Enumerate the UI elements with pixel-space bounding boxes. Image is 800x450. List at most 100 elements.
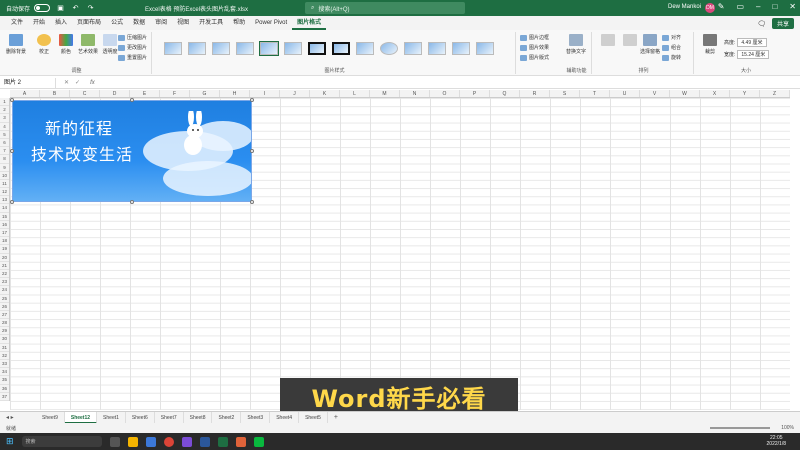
column-header[interactable]: J bbox=[280, 90, 310, 97]
row-header[interactable]: 31 bbox=[0, 344, 9, 352]
picture-style-6[interactable] bbox=[284, 42, 302, 55]
avatar[interactable]: DM bbox=[705, 3, 715, 13]
zoom-slider[interactable] bbox=[710, 427, 770, 429]
picture-style-4[interactable] bbox=[236, 42, 254, 55]
picture-style-12[interactable] bbox=[428, 42, 446, 55]
row-header[interactable]: 26 bbox=[0, 303, 9, 311]
row-header[interactable]: 21 bbox=[0, 262, 9, 270]
picture-layout-button[interactable]: 图片版式 bbox=[520, 54, 549, 61]
picture-style-9[interactable] bbox=[356, 42, 374, 55]
row-header[interactable]: 20 bbox=[0, 254, 9, 262]
picture-style-3[interactable] bbox=[212, 42, 230, 55]
resize-handle[interactable] bbox=[10, 98, 14, 102]
column-header[interactable]: V bbox=[640, 90, 670, 97]
sheet-nav-arrows-icon[interactable]: ◂ ▸ bbox=[6, 414, 14, 421]
word-icon[interactable] bbox=[199, 436, 210, 447]
correct-button[interactable]: 校正 bbox=[32, 34, 56, 55]
column-header[interactable]: Z bbox=[760, 90, 790, 97]
row-header[interactable]: 28 bbox=[0, 319, 9, 328]
picture-effects-button[interactable]: 图片效果 bbox=[520, 44, 549, 51]
row-header[interactable]: 1 bbox=[0, 98, 9, 107]
pen-icon[interactable]: ✎ bbox=[718, 2, 725, 11]
row-header[interactable]: 3 bbox=[0, 114, 9, 123]
row-header[interactable]: 23 bbox=[0, 278, 9, 287]
row-header[interactable]: 2 bbox=[0, 106, 9, 115]
column-header[interactable]: N bbox=[400, 90, 430, 97]
maximize-icon[interactable]: □ bbox=[772, 2, 777, 11]
name-box[interactable]: 图片 2 bbox=[0, 77, 56, 88]
row-header[interactable]: 35 bbox=[0, 376, 9, 385]
sheet-tab[interactable]: Sheet12 bbox=[64, 411, 98, 424]
picture-style-8[interactable] bbox=[332, 42, 350, 55]
resize-handle[interactable] bbox=[250, 200, 254, 204]
row-header[interactable]: 22 bbox=[0, 270, 9, 279]
autosave-toggle[interactable] bbox=[34, 4, 51, 12]
column-header[interactable]: R bbox=[520, 90, 550, 97]
row-header[interactable]: 10 bbox=[0, 172, 9, 180]
resize-handle[interactable] bbox=[250, 149, 254, 153]
row-header[interactable]: 4 bbox=[0, 123, 9, 131]
height-field[interactable]: 高度: 4.49 厘米 bbox=[724, 38, 767, 47]
resize-handle[interactable] bbox=[10, 200, 14, 204]
row-header[interactable]: 32 bbox=[0, 352, 9, 360]
row-header[interactable]: 7 bbox=[0, 147, 9, 156]
taskbar-search[interactable]: 搜索 bbox=[21, 436, 102, 447]
column-header[interactable]: L bbox=[340, 90, 370, 97]
minimize-icon[interactable]: – bbox=[756, 2, 760, 11]
column-header[interactable]: Q bbox=[490, 90, 520, 97]
rotate-button[interactable]: 旋转 bbox=[662, 54, 681, 61]
crop-button[interactable]: 裁剪 bbox=[698, 34, 722, 55]
row-header[interactable]: 5 bbox=[0, 131, 9, 139]
column-header[interactable]: F bbox=[160, 90, 190, 97]
enter-icon[interactable]: ✓ bbox=[75, 79, 80, 86]
resize-handle[interactable] bbox=[130, 98, 134, 102]
column-header[interactable]: U bbox=[610, 90, 640, 97]
menu-tab[interactable]: 帮助 bbox=[228, 16, 250, 30]
row-header[interactable]: 6 bbox=[0, 139, 9, 148]
row-header[interactable]: 29 bbox=[0, 327, 9, 336]
app-icon[interactable] bbox=[235, 436, 246, 447]
row-header[interactable]: 34 bbox=[0, 368, 9, 377]
change-picture-button[interactable]: 更改图片 bbox=[118, 44, 147, 51]
picture-style-7[interactable] bbox=[308, 42, 326, 55]
column-header[interactable]: A bbox=[10, 90, 40, 97]
row-header[interactable]: 8 bbox=[0, 155, 9, 164]
menu-tab[interactable]: Power Pivot bbox=[250, 16, 292, 30]
close-icon[interactable]: ✕ bbox=[789, 2, 796, 11]
resize-handle[interactable] bbox=[130, 200, 134, 204]
sheet-tab[interactable]: Sheet5 bbox=[299, 411, 328, 424]
ribbon-display-icon[interactable]: ▭ bbox=[736, 2, 744, 11]
sheet-tab[interactable]: Sheet9 bbox=[36, 411, 65, 424]
save-icon[interactable]: ▣ bbox=[56, 4, 65, 13]
inserted-picture[interactable]: 新的征程 技术改变生活 bbox=[12, 100, 252, 202]
sheet-tab[interactable]: Sheet6 bbox=[126, 411, 155, 424]
taskbar-clock[interactable]: 22:05 2022/1/8 bbox=[767, 435, 786, 447]
sheet-tab[interactable]: Sheet7 bbox=[155, 411, 184, 424]
column-header[interactable]: E bbox=[130, 90, 160, 97]
menu-tab[interactable]: 开始 bbox=[28, 16, 50, 30]
row-header[interactable]: 27 bbox=[0, 311, 9, 320]
share-button[interactable]: 共享 bbox=[771, 18, 794, 29]
picture-border-button[interactable]: 图片边框 bbox=[520, 34, 549, 41]
row-header[interactable]: 14 bbox=[0, 204, 9, 213]
row-header[interactable]: 15 bbox=[0, 213, 9, 221]
menu-tab[interactable]: 公式 bbox=[106, 16, 128, 30]
picture-style-2[interactable] bbox=[188, 42, 206, 55]
picture-style-14[interactable] bbox=[476, 42, 494, 55]
windows-start-icon[interactable]: ⊞ bbox=[6, 436, 14, 447]
excel-icon[interactable] bbox=[217, 436, 228, 447]
chrome-icon[interactable] bbox=[163, 436, 174, 447]
row-header[interactable]: 18 bbox=[0, 237, 9, 246]
sheet-tab[interactable]: Sheet8 bbox=[184, 411, 213, 424]
column-header[interactable]: Y bbox=[730, 90, 760, 97]
edge-icon[interactable] bbox=[145, 436, 156, 447]
user-name[interactable]: Dew Mankoi bbox=[668, 4, 701, 10]
column-header[interactable]: D bbox=[100, 90, 130, 97]
column-header[interactable]: P bbox=[460, 90, 490, 97]
menu-tab[interactable]: 插入 bbox=[50, 16, 72, 30]
file-explorer-icon[interactable] bbox=[127, 436, 138, 447]
picture-style-13[interactable] bbox=[452, 42, 470, 55]
picture-style-11[interactable] bbox=[404, 42, 422, 55]
column-header[interactable]: K bbox=[310, 90, 340, 97]
selection-pane-button[interactable]: 选择窗格 bbox=[638, 34, 662, 55]
